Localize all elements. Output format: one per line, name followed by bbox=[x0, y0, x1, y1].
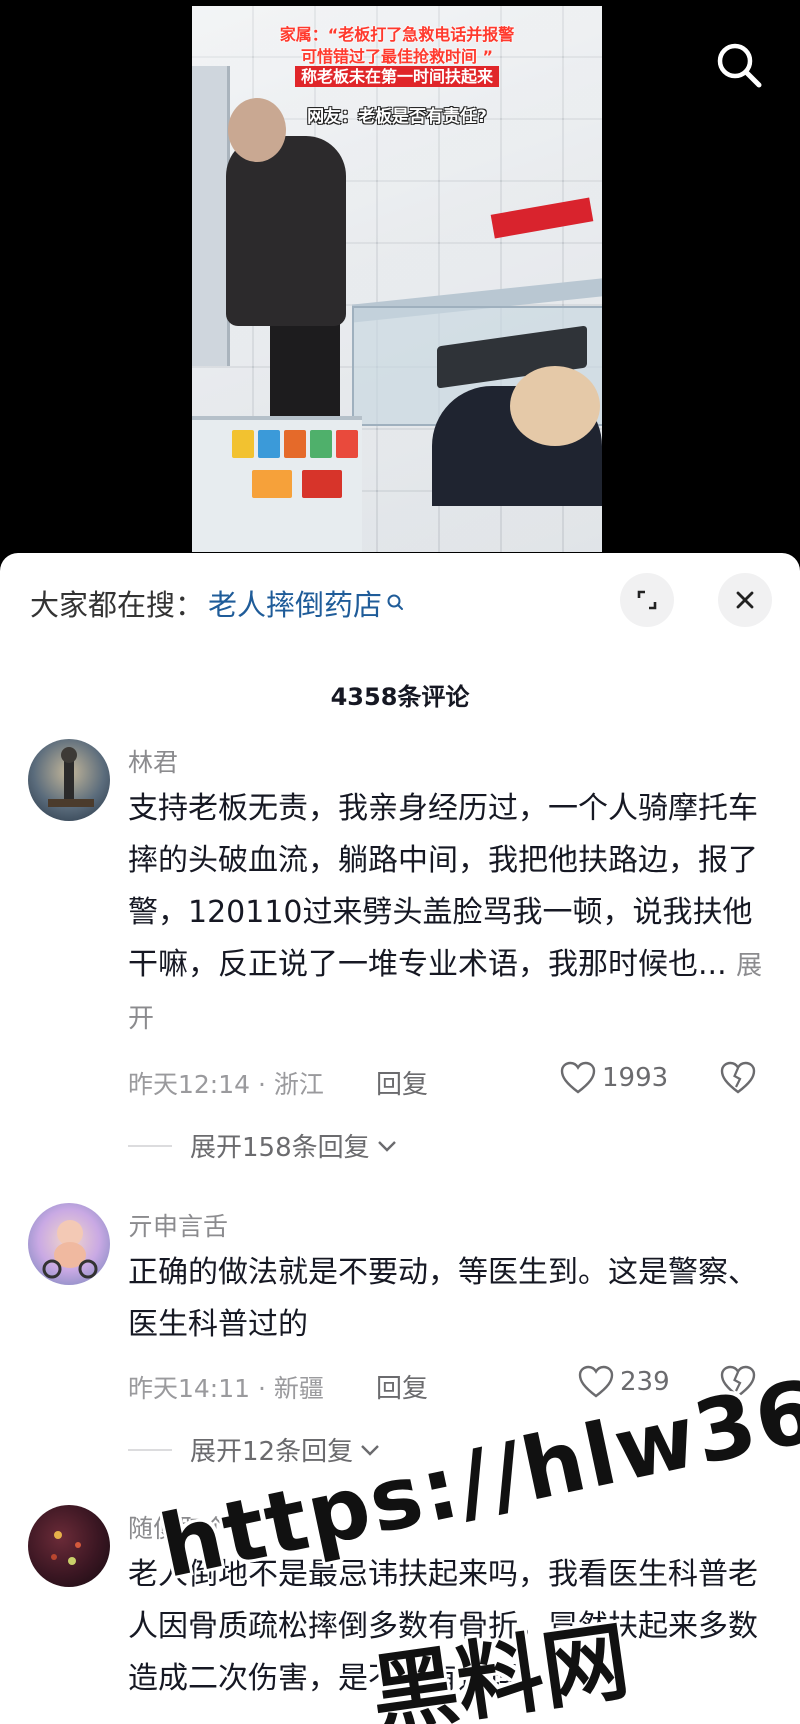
broken-heart-icon bbox=[720, 1365, 756, 1398]
medicine-box bbox=[252, 470, 292, 498]
comment-author[interactable]: 随便取个名 bbox=[128, 1509, 253, 1545]
caption-line2: 可惜错过了最佳抢救时间 ” bbox=[300, 47, 494, 66]
caption-highlight: 称老板未在第一时间扶起来 bbox=[192, 66, 602, 88]
comment-text: 正确的做法就是不要动，等医生到。这是警察、医生科普过的 bbox=[128, 1255, 758, 1342]
chevron-down-icon bbox=[377, 1140, 396, 1152]
like-button[interactable]: 239 bbox=[578, 1365, 670, 1399]
avatar-image bbox=[42, 1220, 98, 1279]
medicine-box bbox=[284, 430, 306, 458]
comment-count: 4358条评论 bbox=[330, 683, 470, 711]
medicine-box bbox=[232, 430, 254, 458]
caption-line1: 家属：“老板打了急救电话并报警 bbox=[279, 25, 515, 44]
avatar-image bbox=[48, 747, 94, 807]
medicine-box bbox=[258, 430, 280, 458]
video-player[interactable]: 家属：“老板打了急救电话并报警 可惜错过了最佳抢救时间 ” 称老板未在第一时间扶… bbox=[0, 0, 800, 560]
medicine-box bbox=[302, 470, 342, 498]
medicine-box bbox=[310, 430, 332, 458]
comment-author[interactable]: 林君 bbox=[128, 743, 178, 779]
divider bbox=[128, 1449, 172, 1451]
close-icon bbox=[736, 591, 754, 609]
comment-sheet: 大家都在搜： 老人摔倒药店 4358条评论 林君 支持老板无责，我亲身经历过，一… bbox=[0, 553, 800, 1724]
search-button[interactable] bbox=[712, 38, 766, 92]
avatar[interactable] bbox=[28, 739, 110, 821]
reply-button[interactable]: 回复 bbox=[376, 1064, 428, 1101]
like-count: 239 bbox=[620, 1367, 670, 1397]
search-icon bbox=[386, 593, 406, 613]
trending-search[interactable]: 大家都在搜： 老人摔倒药店 bbox=[30, 581, 406, 625]
comment-text: 老人倒地不是最忌讳扶起来吗，我看医生科普老人因骨质疏松摔倒多数有骨折，冒然扶起来… bbox=[128, 1557, 758, 1696]
caption-highlight-text: 称老板未在第一时间扶起来 bbox=[294, 66, 499, 87]
medicine-shelf bbox=[192, 416, 362, 552]
avatar-image bbox=[51, 1531, 81, 1565]
elderly-man bbox=[226, 136, 346, 326]
search-icon bbox=[717, 43, 762, 88]
dislike-button[interactable] bbox=[720, 1365, 756, 1403]
dislike-button[interactable] bbox=[720, 1061, 756, 1099]
like-button[interactable]: 1993 bbox=[560, 1061, 668, 1095]
comment-text: 支持老板无责，我亲身经历过，一个人骑摩托车摔的头破血流，躺路中间，我把他扶路边，… bbox=[128, 783, 768, 1045]
close-button[interactable] bbox=[718, 573, 772, 627]
comment-meta: 昨天14:11 · 新疆 bbox=[128, 1374, 324, 1403]
show-replies-label: 展开158条回复 bbox=[190, 1133, 370, 1163]
chevron-down-icon bbox=[361, 1444, 379, 1456]
comment-body: 支持老板无责，我亲身经历过，一个人骑摩托车摔的头破血流，躺路中间，我把他扶路边，… bbox=[128, 791, 758, 982]
reply-button[interactable]: 回复 bbox=[376, 1368, 428, 1405]
show-replies-button[interactable]: 展开158条回复 bbox=[190, 1127, 398, 1164]
expand-icon bbox=[637, 590, 657, 610]
avatar[interactable] bbox=[28, 1505, 110, 1587]
comment-author[interactable]: 亓申言舌 bbox=[128, 1207, 228, 1243]
broken-heart-icon bbox=[720, 1061, 756, 1094]
avatar[interactable] bbox=[28, 1203, 110, 1285]
medicine-box bbox=[336, 430, 358, 458]
like-count: 1993 bbox=[602, 1063, 669, 1093]
trending-search-term[interactable]: 老人摔倒药店 bbox=[208, 582, 382, 624]
comment-meta: 昨天12:14 · 浙江 bbox=[128, 1070, 324, 1099]
show-replies-label: 展开12条回复 bbox=[190, 1437, 354, 1467]
expand-button[interactable] bbox=[620, 573, 674, 627]
caption-netizen: 网友：老板是否有责任? bbox=[307, 107, 487, 127]
divider bbox=[128, 1145, 172, 1147]
video-frame: 家属：“老板打了急救电话并报警 可惜错过了最佳抢救时间 ” 称老板未在第一时间扶… bbox=[192, 6, 602, 552]
trending-search-label: 大家都在搜： bbox=[30, 588, 205, 622]
heart-icon bbox=[560, 1061, 596, 1094]
video-caption: 家属：“老板打了急救电话并报警 可惜错过了最佳抢救时间 ” bbox=[192, 24, 602, 68]
pharmacist-head bbox=[510, 366, 600, 446]
heart-icon bbox=[578, 1365, 614, 1398]
show-replies-button[interactable]: 展开12条回复 bbox=[190, 1431, 381, 1468]
